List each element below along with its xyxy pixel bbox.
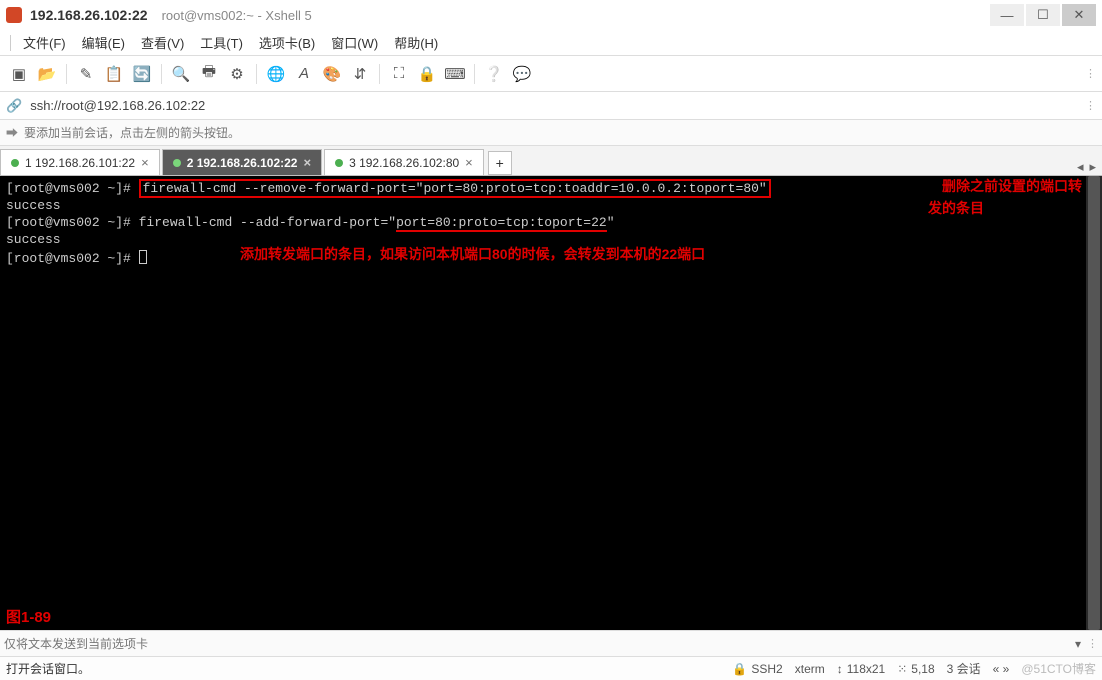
tab-close-icon[interactable]: × [141, 155, 149, 170]
sendbar-grip: ⋮ [1087, 637, 1098, 650]
tab-close-icon[interactable]: × [465, 155, 473, 170]
tab-label: 2 192.168.26.102:22 [187, 156, 298, 170]
scrollbar-thumb[interactable] [1088, 176, 1100, 630]
status-chevrons[interactable]: « » [993, 662, 1010, 676]
tab-session-2[interactable]: 2 192.168.26.102:22 × [162, 149, 322, 175]
menu-view[interactable]: 查看(V) [133, 31, 192, 54]
address-grip: ⋮ [1085, 99, 1096, 112]
prompt: [root@vms002 ~]# [6, 215, 139, 230]
menu-help[interactable]: 帮助(H) [386, 31, 446, 54]
close-button[interactable]: ✕ [1062, 4, 1096, 26]
underlined-argument: port=80:proto=tcp:toport=22 [396, 215, 607, 232]
menu-bar: 文件(F) 编辑(E) 查看(V) 工具(T) 选项卡(B) 窗口(W) 帮助(… [0, 30, 1102, 56]
menu-window[interactable]: 窗口(W) [323, 31, 386, 54]
status-message: 打开会话窗口。 [6, 660, 720, 677]
status-sessions: 3 会话 [947, 660, 981, 677]
address-url[interactable]: ssh://root@192.168.26.102:22 [30, 98, 205, 113]
tabs-prev-icon[interactable]: ◂ [1077, 159, 1084, 175]
address-bar: 🔗 ssh://root@192.168.26.102:22 ⋮ [0, 92, 1102, 120]
status-size: ↕118x21 [837, 662, 885, 676]
prompt: [root@vms002 ~]# [6, 181, 139, 196]
keyboard-icon[interactable]: ⌨ [442, 61, 468, 87]
lock-icon: 🔒 [732, 662, 747, 676]
annotation-remove-port-b: 发的条目 [928, 200, 984, 217]
menu-tools[interactable]: 工具(T) [192, 31, 251, 54]
scroll-arrows-icon[interactable]: ⇵ [347, 61, 373, 87]
command-2-a: firewall-cmd --add-forward-port=" [139, 215, 396, 230]
tabs-next-icon[interactable]: ▸ [1089, 159, 1096, 175]
status-dot-icon [335, 159, 343, 167]
fullscreen-icon[interactable]: ⛶ [386, 61, 412, 87]
title-host: 192.168.26.102:22 [30, 7, 148, 23]
send-input-bar: ▾ ⋮ [0, 630, 1102, 656]
status-term: xterm [795, 662, 825, 676]
menu-tabs[interactable]: 选项卡(B) [251, 31, 323, 54]
printer-icon[interactable]: 🖶 [196, 61, 222, 87]
menu-file[interactable]: 文件(F) [15, 31, 74, 54]
minimize-button[interactable]: — [990, 4, 1024, 26]
toolbar: ▣ 📂 ✎ 📋 🔄 🔍 🖶 ⚙ 🌐 A 🎨 ⇵ ⛶ 🔒 ⌨ ❔ 💬 ⋮ [0, 56, 1102, 92]
status-dot-icon [11, 159, 19, 167]
add-tab-button[interactable]: + [488, 151, 512, 175]
app-icon [6, 7, 22, 23]
clipboard-icon[interactable]: 📋 [101, 61, 127, 87]
figure-number: 图1-89 [6, 609, 51, 626]
session-tabs-bar: 1 192.168.26.101:22 × 2 192.168.26.102:2… [0, 146, 1102, 176]
status-cursor-pos: ⁙5,18 [897, 662, 934, 676]
globe-icon[interactable]: 🌐 [263, 61, 289, 87]
cursor [139, 250, 147, 264]
annotation-remove-port: 删除之前设置的端口转 [942, 178, 1082, 195]
search-icon[interactable]: 🔍 [168, 61, 194, 87]
link-icon: 🔗 [6, 98, 22, 114]
tab-session-3[interactable]: 3 192.168.26.102:80 × [324, 149, 484, 175]
prompt: [root@vms002 ~]# [6, 251, 139, 266]
title-subtitle: root@vms002:~ - Xshell 5 [162, 8, 312, 23]
hint-bar: ⮕ 要添加当前会话，点击左侧的箭头按钮。 [0, 120, 1102, 146]
toolbar-grip: ⋮ [1085, 67, 1096, 80]
maximize-button[interactable]: ☐ [1026, 4, 1060, 26]
tab-label: 1 192.168.26.101:22 [25, 156, 135, 170]
help-icon[interactable]: ❔ [481, 61, 507, 87]
send-target-dropdown-icon[interactable]: ▾ [1069, 637, 1087, 651]
status-protocol: 🔒SSH2 [732, 662, 782, 676]
annotation-add-port: 添加转发端口的条目，如果访问本机端口80的时候，会转发到本机的22端口 [240, 246, 705, 263]
tab-session-1[interactable]: 1 192.168.26.101:22 × [0, 149, 160, 175]
tab-close-icon[interactable]: × [303, 155, 311, 170]
highlighted-command-1: firewall-cmd --remove-forward-port="port… [139, 179, 771, 198]
tab-label: 3 192.168.26.102:80 [349, 156, 459, 170]
terminal[interactable]: [root@vms002 ~]# firewall-cmd --remove-f… [0, 176, 1102, 630]
refresh-icon[interactable]: 🔄 [129, 61, 155, 87]
new-session-icon[interactable]: ▣ [6, 61, 32, 87]
watermark: @51CTO博客 [1021, 660, 1096, 677]
title-bar: 192.168.26.102:22 root@vms002:~ - Xshell… [0, 0, 1102, 30]
speech-bubble-icon[interactable]: 💬 [509, 61, 535, 87]
lock-icon[interactable]: 🔒 [414, 61, 440, 87]
hint-arrow-icon[interactable]: ⮕ [6, 124, 18, 141]
color-palette-icon[interactable]: 🎨 [319, 61, 345, 87]
open-folder-icon[interactable]: 📂 [34, 61, 60, 87]
menu-edit[interactable]: 编辑(E) [74, 31, 133, 54]
hint-text: 要添加当前会话，点击左侧的箭头按钮。 [24, 124, 240, 141]
pencil-icon[interactable]: ✎ [73, 61, 99, 87]
font-icon[interactable]: A [291, 61, 317, 87]
status-bar: 打开会话窗口。 🔒SSH2 xterm ↕118x21 ⁙5,18 3 会话 «… [0, 656, 1102, 680]
properties-icon[interactable]: ⚙ [224, 61, 250, 87]
terminal-scrollbar[interactable] [1086, 176, 1102, 630]
status-dot-icon [173, 159, 181, 167]
command-2-b: " [607, 215, 615, 230]
send-input[interactable] [4, 637, 1069, 651]
